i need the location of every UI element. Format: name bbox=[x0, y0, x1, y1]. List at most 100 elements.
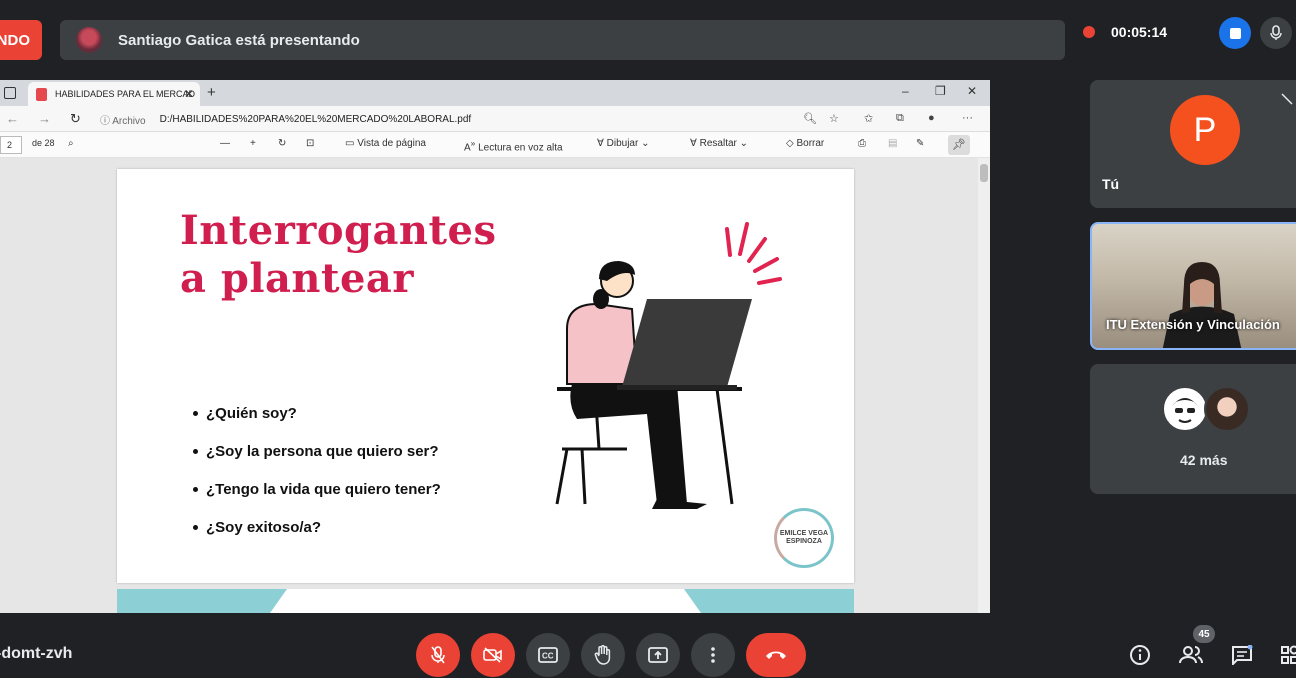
pdf-icon bbox=[36, 87, 47, 101]
collections-icon[interactable]: ⧉ bbox=[896, 112, 904, 125]
svg-text:CC: CC bbox=[542, 652, 554, 661]
presenter-text: Santiago Gatica está presentando bbox=[118, 31, 360, 49]
draw-label: Dibujar bbox=[606, 138, 639, 149]
favorites-icon[interactable]: ✩ bbox=[864, 112, 873, 125]
participant-name: ITU Extensión y Vinculación bbox=[1106, 317, 1280, 332]
decoration-left bbox=[117, 589, 287, 613]
rotate-icon[interactable]: ↻ bbox=[278, 138, 286, 149]
close-window-icon[interactable]: ✕ bbox=[967, 84, 977, 98]
zoom-in-icon[interactable]: + bbox=[250, 138, 256, 149]
activities-button[interactable] bbox=[1276, 641, 1296, 669]
search-icon[interactable]: 🔍︎ bbox=[803, 112, 817, 125]
woman-laptop-illustration bbox=[555, 222, 782, 509]
read-aloud-button[interactable]: A» Lectura en voz alta bbox=[464, 138, 563, 153]
closed-captions-icon: CC bbox=[538, 647, 558, 663]
find-icon[interactable]: ⌕ bbox=[68, 138, 74, 149]
author-logo: EMILCE VEGA ESPINOZA bbox=[774, 508, 834, 568]
people-icon bbox=[1179, 646, 1203, 664]
fit-page-icon[interactable]: ⊡ bbox=[306, 138, 314, 149]
tab-strip: HABILIDADES PARA EL MERCAD ✕ + – ❐ ✕ bbox=[0, 80, 990, 106]
recording-timer: 00:05:14 bbox=[1111, 24, 1168, 40]
mic-icon bbox=[1270, 25, 1282, 40]
present-screen-icon bbox=[648, 647, 668, 663]
record-dot-icon bbox=[1083, 26, 1095, 38]
meeting-info-button[interactable] bbox=[1126, 641, 1154, 669]
chat-icon bbox=[1232, 645, 1253, 665]
stop-presenting-button[interactable] bbox=[1219, 17, 1251, 49]
erase-button[interactable]: ◇ Borrar bbox=[786, 138, 824, 149]
participant-video-tile[interactable]: ITU Extensión y Vinculación bbox=[1090, 222, 1296, 350]
print-icon[interactable]: ⎙ bbox=[858, 138, 866, 149]
next-pdf-page bbox=[117, 589, 854, 613]
url-text: D:/HABILIDADES%20PARA%20EL%20MERCADO%20L… bbox=[159, 113, 472, 125]
highlight-label: Resaltar bbox=[699, 138, 737, 149]
save-icon[interactable]: ▤ bbox=[888, 138, 897, 149]
avatar bbox=[1162, 386, 1208, 432]
presenting-badge[interactable]: NDO bbox=[0, 20, 42, 60]
more-participants-tile[interactable]: 42 más bbox=[1090, 364, 1296, 494]
chat-button[interactable] bbox=[1228, 641, 1256, 669]
page-number-input[interactable]: 2 bbox=[0, 136, 22, 154]
scrollbar[interactable] bbox=[978, 158, 990, 613]
mic-toggle-button[interactable] bbox=[416, 633, 460, 677]
minimize-icon[interactable]: – bbox=[902, 84, 909, 98]
slide-title: Interrogantes a plantear bbox=[180, 207, 496, 303]
camera-off-icon bbox=[483, 647, 502, 663]
logo-text: EMILCE VEGA ESPINOZA bbox=[779, 530, 829, 545]
more-vert-icon bbox=[711, 647, 715, 663]
bullet-item: ¿Tengo la vida que quiero tener? bbox=[193, 480, 441, 498]
profile-icon[interactable]: ● bbox=[928, 112, 935, 124]
favorite-icon[interactable]: ☆ bbox=[829, 112, 839, 125]
more-participants-label: 42 más bbox=[1180, 452, 1228, 468]
bullet-item: ¿Soy exitoso/a? bbox=[193, 518, 441, 536]
restore-icon[interactable]: ❐ bbox=[935, 84, 946, 98]
mic-off-icon bbox=[1281, 93, 1293, 105]
url-field[interactable]: ⓘ Archivo D:/HABILIDADES%20PARA%20EL%20M… bbox=[100, 109, 820, 129]
captions-button[interactable]: CC bbox=[526, 633, 570, 677]
page-view-label: Vista de página bbox=[357, 138, 426, 149]
zoom-out-icon[interactable]: — bbox=[220, 138, 230, 149]
refresh-icon[interactable]: ↻ bbox=[70, 111, 81, 127]
avatar: P bbox=[1170, 95, 1240, 165]
participants-button[interactable] bbox=[1177, 641, 1205, 669]
forward-icon[interactable]: → bbox=[38, 111, 51, 126]
presenter-avatar bbox=[76, 27, 102, 53]
present-button[interactable] bbox=[636, 633, 680, 677]
more-icon[interactable]: ··· bbox=[962, 112, 973, 124]
raise-hand-button[interactable] bbox=[581, 633, 625, 677]
stop-icon bbox=[1229, 27, 1241, 39]
self-tile[interactable]: P Tú bbox=[1090, 80, 1296, 208]
new-tab-icon[interactable]: + bbox=[207, 84, 216, 101]
more-options-button[interactable] bbox=[691, 633, 735, 677]
presenter-bar: Santiago Gatica está presentando bbox=[60, 20, 1065, 60]
mic-off-icon bbox=[431, 646, 445, 664]
bullet-item: ¿Soy la persona que quiero ser? bbox=[193, 442, 441, 460]
activities-icon bbox=[1281, 645, 1296, 664]
tab-actions-icon[interactable] bbox=[4, 87, 16, 99]
slide-title-line-1: Interrogantes bbox=[180, 207, 497, 254]
mic-indicator[interactable] bbox=[1260, 17, 1292, 49]
bullet-list: ¿Quién soy? ¿Soy la persona que quiero s… bbox=[193, 404, 441, 556]
meet-window: NDO Santiago Gatica está presentando 00:… bbox=[0, 0, 1296, 678]
hand-icon bbox=[594, 645, 611, 665]
bullet-item: ¿Quién soy? bbox=[193, 404, 441, 422]
pdf-page: Interrogantes a plantear ¿Quién soy? ¿So… bbox=[117, 169, 854, 583]
tab-close-icon[interactable]: ✕ bbox=[184, 87, 194, 101]
page-total: de 28 bbox=[32, 138, 55, 148]
browser-tab[interactable]: HABILIDADES PARA EL MERCAD ✕ bbox=[28, 82, 200, 106]
scroll-thumb[interactable] bbox=[980, 164, 988, 182]
meeting-code: -domt-zvh bbox=[0, 645, 73, 662]
address-bar: ← → ↻ ⓘ Archivo D:/HABILIDADES%20PARA%20… bbox=[0, 106, 990, 132]
highlight-button[interactable]: ∀ Resaltar ⌄ bbox=[690, 138, 748, 149]
camera-toggle-button[interactable] bbox=[471, 633, 515, 677]
presenting-label: NDO bbox=[0, 31, 30, 49]
leave-call-button[interactable] bbox=[746, 633, 806, 677]
pin-toolbar-icon[interactable]: 📌︎ bbox=[948, 135, 970, 155]
pdf-toolbar: 2 de 28 ⌕ — + ↻ ⊡ ▭ Vista de página A» L… bbox=[0, 132, 990, 158]
back-icon[interactable]: ← bbox=[6, 111, 19, 126]
save-as-icon[interactable]: ✎ bbox=[916, 138, 924, 149]
shared-browser-window: HABILIDADES PARA EL MERCAD ✕ + – ❐ ✕ ← →… bbox=[0, 80, 990, 613]
url-info: ⓘ Archivo bbox=[100, 115, 146, 127]
page-view-button[interactable]: ▭ Vista de página bbox=[345, 138, 426, 149]
draw-button[interactable]: ∀ Dibujar ⌄ bbox=[597, 138, 649, 149]
